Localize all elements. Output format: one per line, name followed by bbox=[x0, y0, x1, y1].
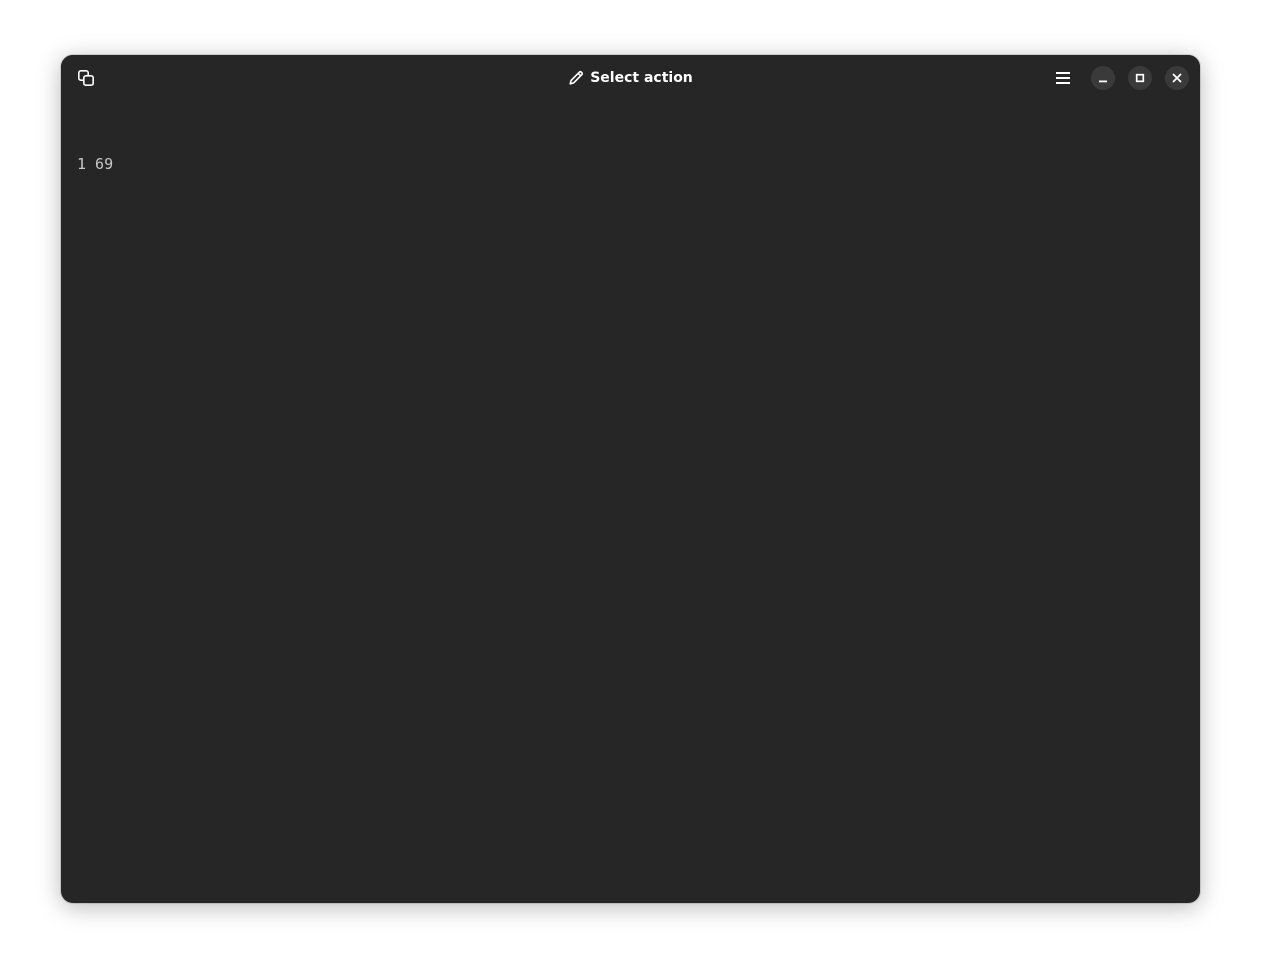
terminal-output[interactable]: 1 69 bbox=[77, 109, 1184, 891]
maximize-icon bbox=[1135, 73, 1145, 83]
minimize-icon bbox=[1099, 80, 1107, 83]
copy-icon bbox=[77, 69, 94, 86]
terminal-window: Select action 1 69 bbox=[61, 55, 1200, 903]
terminal-line: 1 69 bbox=[77, 155, 114, 173]
window-title: Select action bbox=[590, 70, 693, 86]
pencil-icon bbox=[569, 70, 584, 85]
copy-button[interactable] bbox=[71, 63, 101, 93]
minimize-button[interactable] bbox=[1091, 66, 1115, 90]
maximize-button[interactable] bbox=[1128, 66, 1152, 90]
close-button[interactable] bbox=[1165, 66, 1189, 90]
title-bar[interactable]: Select action bbox=[61, 55, 1200, 101]
window-title-area: Select action bbox=[61, 55, 1200, 101]
main-menu-button[interactable] bbox=[1047, 63, 1079, 93]
close-icon bbox=[1172, 73, 1182, 83]
hamburger-menu-icon bbox=[1056, 72, 1070, 84]
